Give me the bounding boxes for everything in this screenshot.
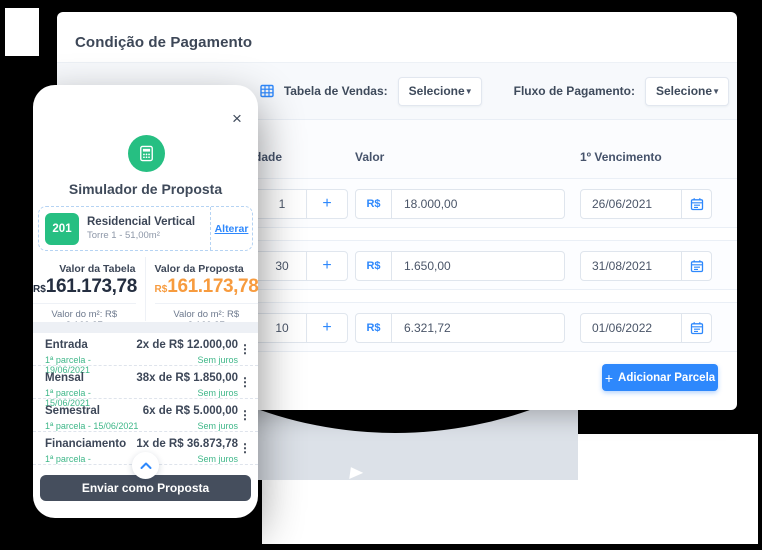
installment-amount: 1x de R$ 36.873,78 xyxy=(136,438,238,452)
unit-name: Residencial Vertical xyxy=(87,215,195,229)
currency-prefix: R$ xyxy=(356,314,392,342)
kebab-menu-icon[interactable]: ⋮ xyxy=(238,372,252,389)
due-date-input[interactable]: 01/06/2022 xyxy=(580,313,712,343)
quantity-value[interactable]: 30 xyxy=(257,252,307,280)
plus-button[interactable]: + xyxy=(307,252,347,280)
value-input[interactable]: R$ 1.650,00 xyxy=(355,251,565,281)
plus-button[interactable]: + xyxy=(307,314,347,342)
amount-value[interactable]: 18.000,00 xyxy=(392,190,564,218)
values-comparison: Valor da Tabela R$161.173,78 Valor do m²… xyxy=(33,257,258,321)
due-date-input[interactable]: 31/08/2021 xyxy=(580,251,712,281)
add-installment-button[interactable]: + Adicionar Parcela xyxy=(602,364,718,391)
deco-triangle xyxy=(349,467,364,481)
kebab-menu-icon[interactable]: ⋮ xyxy=(238,339,252,356)
unit-change-cell: Alterar xyxy=(210,207,252,250)
unit-detail: Torre 1 - 51,00m² xyxy=(87,230,195,242)
modal-title: Simulador de Proposta xyxy=(33,181,258,197)
sales-table-grid-icon xyxy=(260,84,274,98)
installment-amount: 6x de R$ 5.000,00 xyxy=(143,405,238,419)
proposal-value-column: Valor da Proposta R$161.173,78 Valor do … xyxy=(146,257,259,321)
change-unit-link[interactable]: Alterar xyxy=(215,223,249,235)
screenshot-stage: Condição de Pagamento Tabela de Vendas: … xyxy=(0,0,762,550)
installment-amount: 38x de R$ 1.850,00 xyxy=(136,372,238,386)
currency-prefix: R$ xyxy=(356,252,392,280)
date-value[interactable]: 26/06/2021 xyxy=(581,190,681,218)
sales-table-label: Tabela de Vendas: xyxy=(284,84,388,98)
sales-table-select[interactable]: Selecione ▼ xyxy=(398,77,482,106)
selected-unit-card: 201 Residencial Vertical Torre 1 - 51,00… xyxy=(38,206,253,251)
amount-value[interactable]: 6.321,72 xyxy=(392,314,564,342)
date-value[interactable]: 31/08/2021 xyxy=(581,252,681,280)
amount-value[interactable]: 1.650,00 xyxy=(392,252,564,280)
currency-prefix: R$ xyxy=(356,190,392,218)
proposal-value: 161.173,78 xyxy=(167,276,258,297)
calendar-icon[interactable] xyxy=(681,190,711,218)
installment-name: Entrada xyxy=(45,339,136,353)
installment-first-date: 1ª parcela - 15/06/2021 xyxy=(45,421,143,431)
installment-name: Financiamento xyxy=(45,438,136,452)
collapse-button[interactable] xyxy=(132,452,159,479)
payment-flow-label: Fluxo de Pagamento: xyxy=(514,84,635,98)
column-header-value: Valor xyxy=(355,150,384,164)
plus-button[interactable]: + xyxy=(307,190,347,218)
unit-number-badge: 201 xyxy=(45,213,79,245)
column-header-first-due: 1º Vencimento xyxy=(580,150,662,164)
calendar-icon[interactable] xyxy=(681,252,711,280)
value-input[interactable]: R$ 6.321,72 xyxy=(355,313,565,343)
installment-interest: Sem juros xyxy=(136,355,238,365)
calendar-icon[interactable] xyxy=(681,314,711,342)
deco-white-rectangle xyxy=(5,8,39,56)
table-value: 161.173,78 xyxy=(46,276,137,297)
proposal-value-label: Valor da Proposta xyxy=(155,263,259,275)
calculator-icon xyxy=(128,135,165,172)
payment-flow-select[interactable]: Selecione ▼ xyxy=(645,77,729,106)
kebab-menu-icon[interactable]: ⋮ xyxy=(238,405,252,422)
quantity-value[interactable]: 1 xyxy=(257,190,307,218)
installment-interest: Sem juros xyxy=(143,421,238,431)
unit-info: 201 Residencial Vertical Torre 1 - 51,00… xyxy=(39,207,210,250)
proposal-simulator-modal: × Simulador de Proposta 201 Residencial … xyxy=(33,85,258,518)
plus-icon: + xyxy=(605,371,613,385)
installment-amount: 2x de R$ 12.000,00 xyxy=(136,339,238,353)
page-title: Condição de Pagamento xyxy=(75,34,252,51)
list-item: Entrada 1ª parcela - 19/06/2021 2x de R$… xyxy=(33,333,258,366)
quantity-value[interactable]: 10 xyxy=(257,314,307,342)
chevron-down-icon: ▼ xyxy=(465,87,473,96)
installment-name: Semestral xyxy=(45,405,143,419)
table-value-label: Valor da Tabela xyxy=(33,263,136,275)
chevron-up-icon xyxy=(139,461,153,471)
installments-list: Entrada 1ª parcela - 19/06/2021 2x de R$… xyxy=(33,333,258,465)
section-divider xyxy=(33,322,258,333)
currency-symbol: R$ xyxy=(33,284,46,295)
table-value-column: Valor da Tabela R$161.173,78 Valor do m²… xyxy=(33,257,146,321)
kebab-menu-icon[interactable]: ⋮ xyxy=(238,438,252,455)
close-icon[interactable]: × xyxy=(228,109,246,127)
value-input[interactable]: R$ 18.000,00 xyxy=(355,189,565,219)
date-value[interactable]: 01/06/2022 xyxy=(581,314,681,342)
chevron-down-icon: ▼ xyxy=(712,87,720,96)
installment-name: Mensal xyxy=(45,372,136,386)
due-date-input[interactable]: 26/06/2021 xyxy=(580,189,712,219)
installment-first-date: 1ª parcela - xyxy=(45,454,136,464)
installment-interest: Sem juros xyxy=(136,388,238,398)
currency-symbol: R$ xyxy=(155,284,168,295)
deco-gray-shape xyxy=(258,410,578,480)
